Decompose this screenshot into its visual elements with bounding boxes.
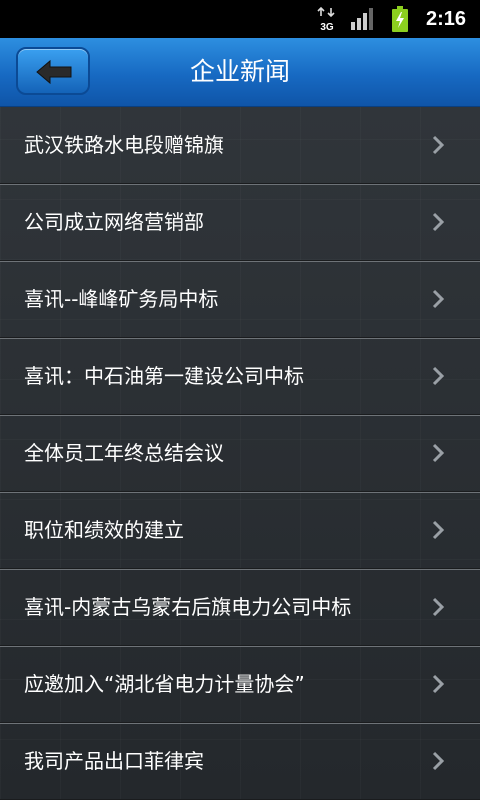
network-type-label: 3G <box>320 22 334 32</box>
news-item[interactable]: 武汉铁路水电段赠锦旗 <box>0 107 480 184</box>
news-list: 武汉铁路水电段赠锦旗 公司成立网络营销部 喜讯--峰峰矿务局中标 喜讯：中石油第… <box>0 107 480 800</box>
network-3g-icon: 3G <box>317 6 335 32</box>
signal-strength-icon <box>351 8 373 30</box>
news-item-title: 喜讯--峰峰矿务局中标 <box>24 287 219 311</box>
chevron-right-icon <box>432 520 444 540</box>
status-bar: 3G 2:16 <box>0 0 480 38</box>
news-item[interactable]: 全体员工年终总结会议 <box>0 415 480 492</box>
chevron-right-icon <box>432 212 444 232</box>
status-clock: 2:16 <box>426 8 467 30</box>
chevron-right-icon <box>432 674 444 694</box>
news-item-title: 职位和绩效的建立 <box>24 518 184 542</box>
news-item[interactable]: 喜讯-内蒙古乌蒙右后旗电力公司中标 <box>0 569 480 646</box>
news-item[interactable]: 我司产品出口菲律宾 <box>0 723 480 800</box>
news-item-title: 武汉铁路水电段赠锦旗 <box>24 133 224 157</box>
chevron-right-icon <box>432 751 444 771</box>
battery-charging-icon <box>392 6 408 32</box>
back-button[interactable] <box>16 47 90 95</box>
news-item-title: 全体员工年终总结会议 <box>24 441 224 465</box>
news-item[interactable]: 应邀加入“湖北省电力计量协会” <box>0 646 480 723</box>
news-item[interactable]: 喜讯--峰峰矿务局中标 <box>0 261 480 338</box>
news-item-title: 我司产品出口菲律宾 <box>24 749 204 773</box>
back-arrow-icon <box>36 59 72 85</box>
news-item[interactable]: 公司成立网络营销部 <box>0 184 480 261</box>
chevron-right-icon <box>432 597 444 617</box>
news-item-title: 喜讯-内蒙古乌蒙右后旗电力公司中标 <box>24 595 352 619</box>
chevron-right-icon <box>432 135 444 155</box>
news-item[interactable]: 职位和绩效的建立 <box>0 492 480 569</box>
news-item-title: 喜讯：中石油第一建设公司中标 <box>24 364 304 388</box>
chevron-right-icon <box>432 366 444 386</box>
app-header: 企业新闻 <box>0 38 480 107</box>
chevron-right-icon <box>432 443 444 463</box>
news-item-title: 公司成立网络营销部 <box>24 210 204 234</box>
chevron-right-icon <box>432 289 444 309</box>
news-item[interactable]: 喜讯：中石油第一建设公司中标 <box>0 338 480 415</box>
news-item-title: 应邀加入“湖北省电力计量协会” <box>24 672 305 696</box>
